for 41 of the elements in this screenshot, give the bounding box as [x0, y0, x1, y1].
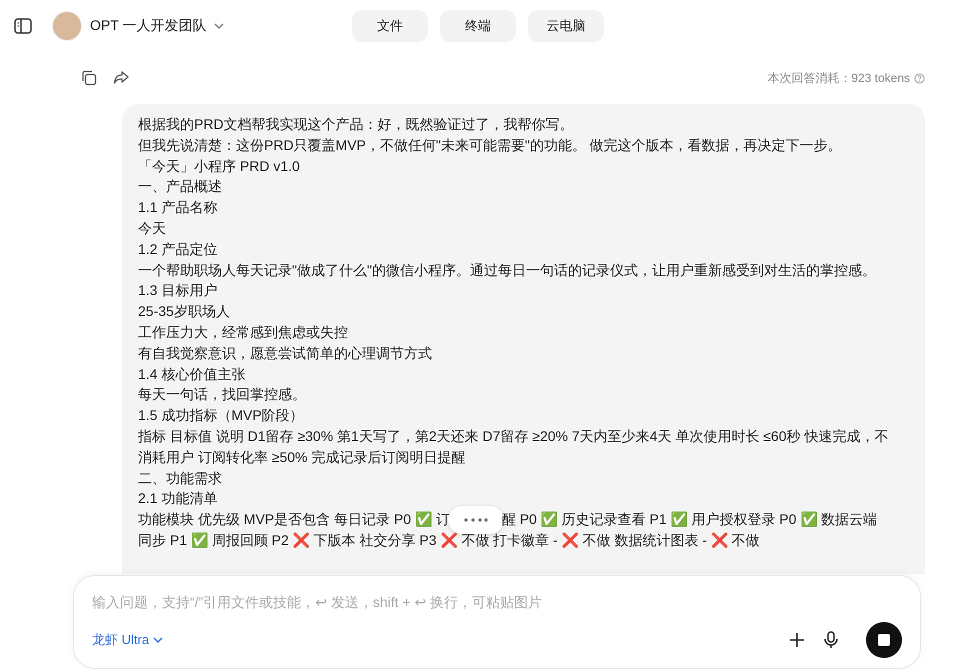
token-usage-text: 本次回答消耗：923 tokens — [767, 70, 910, 86]
message-input-field[interactable]: 输入问题，支持“/”引用文件或技能，↩ 发送，shift + ↩ 换行，可粘贴图片 龙虾 Ultra — [73, 575, 921, 669]
chevron-down-icon — [153, 637, 164, 643]
message-line: 2.1 功能清单 — [138, 489, 218, 508]
toolbar-button[interactable]: 文件 — [352, 10, 428, 42]
share-icon[interactable] — [113, 70, 129, 86]
message-line: 同步 P1 ✅ 周报回顾 P2 ❌ 下版本 社交分享 P3 ❌ 不做 打卡徽章 - ❌ 不做 数据统计图表 - ❌ 不做 — [138, 530, 761, 550]
message-line: 每天一句话，找回掌控感。 — [138, 385, 307, 404]
message-line: 「今天」小程序 PRD v1.0 — [138, 156, 301, 176]
message-line: 1.3 目标用户 — [138, 281, 218, 300]
microphone-icon[interactable] — [824, 631, 838, 649]
message-line: 工作压力大，经常感到焦虑或失控 — [138, 322, 349, 342]
sidebar-toggle-icon[interactable] — [14, 18, 32, 34]
message-line: 1.4 核心价值主张 — [138, 364, 246, 384]
stop-icon — [878, 634, 890, 646]
message-line: 一、产品概述 — [138, 177, 223, 196]
message-line: 二、功能需求 — [138, 468, 223, 488]
message-line: 1.5 成功指标（MVP阶段） — [138, 406, 305, 426]
message-line: 醒 P0 ✅ 历史记录查看 P1 ✅ 用户授权登录 P0 ✅ 数据云端 — [502, 510, 878, 530]
message-line: 25-35岁职场人 — [138, 302, 231, 322]
workspace-name[interactable]: OPT 一人开发团队 — [90, 17, 206, 35]
message-line: 1.1 产品名称 — [138, 198, 218, 218]
message-line: 一个帮助职场人每天记录"做成了什么"的微信小程序。通过每日一句话的记录仪式，让用户重新感受到对生活的掌控感。 — [138, 260, 877, 280]
message-line: 根据我的PRD文档帮我实现这个产品：好，既然验证过了，我帮你写。 — [138, 115, 575, 134]
stop-button[interactable] — [866, 622, 902, 658]
message-line: 今天 — [138, 218, 167, 238]
copy-icon[interactable] — [81, 70, 97, 86]
help-icon[interactable] — [914, 72, 925, 84]
message-line: 指标 目标值 说明 D1留存 ≥30% 第1天写了，第2天还来 D7留存 ≥20% 7天内至少来4天 单次使用时长 ≤60秒 快速完成，不消耗用户 订阅转化率 ≥50% 完成记录后订阅明日提醒 — [138, 426, 890, 467]
dots-icon — [464, 518, 488, 522]
toolbar-button[interactable]: 云电脑 — [528, 10, 604, 42]
model-selector[interactable]: 龙虾 Ultra — [92, 631, 164, 649]
message-line: 1.2 产品定位 — [138, 240, 218, 259]
avatar — [52, 11, 82, 41]
chevron-down-icon[interactable] — [214, 23, 224, 29]
message-line: 但我先说清楚：这份PRD只覆盖MVP，不做任何"未来可能需要"的功能。 做完这个版本，看数据，再决定下一步。 — [138, 136, 843, 155]
drag-handle[interactable] — [448, 506, 504, 534]
plus-icon[interactable] — [790, 633, 804, 647]
toolbar-button[interactable]: 终端 — [440, 10, 516, 42]
message-line: 有自我觉察意识，愿意尝试简单的心理调节方式 — [138, 344, 433, 363]
message-line: 功能模块 优先级 MVP是否包含 每日记录 P0 ✅ 订 — [138, 510, 450, 530]
